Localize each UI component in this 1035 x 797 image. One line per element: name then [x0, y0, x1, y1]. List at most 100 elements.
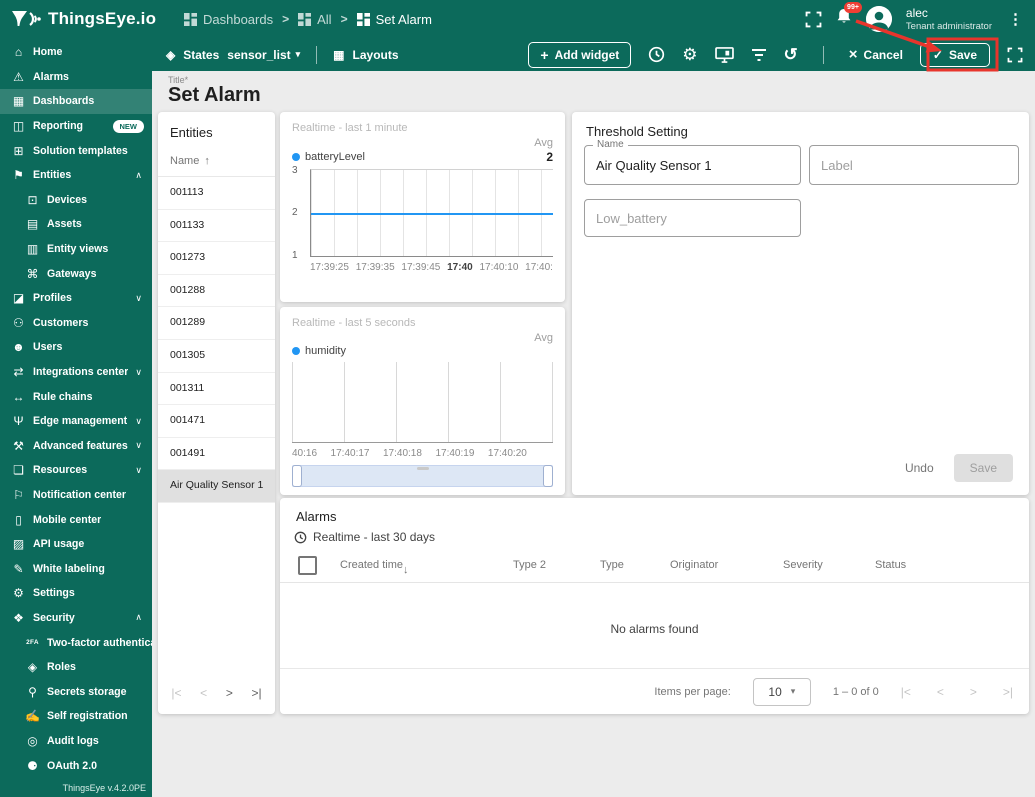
slider-left-handle[interactable]: [292, 465, 302, 488]
kebab-menu-icon[interactable]: ⋮: [1006, 10, 1025, 28]
sidebar-item-devices[interactable]: ⊡ Devices: [0, 188, 152, 213]
layouts-button[interactable]: Layouts: [353, 48, 399, 62]
cancel-button[interactable]: × Cancel: [849, 46, 903, 63]
breadcrumb-all[interactable]: All: [298, 12, 332, 27]
fullscreen-icon[interactable]: [805, 11, 822, 28]
name-input[interactable]: [585, 146, 800, 184]
entity-row[interactable]: 001133: [158, 210, 275, 243]
sidebar-item-oauth[interactable]: ⚈ OAuth 2.0: [0, 753, 152, 778]
entity-row[interactable]: 001289: [158, 307, 275, 340]
entity-row[interactable]: Air Quality Sensor 1: [158, 470, 275, 503]
entity-row[interactable]: 001311: [158, 373, 275, 406]
entities-name-column-header[interactable]: Name ↑: [158, 144, 275, 177]
column-header-originator[interactable]: Originator: [670, 559, 718, 571]
battery-level-chart-widget[interactable]: Realtime - last 1 minute Avg batteryLeve…: [280, 112, 565, 302]
entity-row[interactable]: 001273: [158, 242, 275, 275]
fullscreen-icon[interactable]: [1007, 47, 1023, 63]
sidebar-item-entities[interactable]: ⚑ Entities ∧: [0, 163, 152, 188]
column-header-created-time[interactable]: Created time ↓: [340, 559, 408, 576]
thingseye-logo[interactable]: ThingsEye.io: [0, 7, 168, 31]
entity-row[interactable]: 001113: [158, 177, 275, 210]
chevron-down-icon: ▾: [295, 49, 301, 59]
entity-row[interactable]: 001471: [158, 405, 275, 438]
sidebar-item-users[interactable]: ☻ Users: [0, 335, 152, 360]
y-tick-label: 3: [292, 165, 298, 176]
timewindow-clock-icon[interactable]: [648, 46, 665, 63]
entities-next-page-icon[interactable]: >: [226, 686, 233, 700]
alarm-key-field: [584, 199, 801, 237]
entity-row[interactable]: 001491: [158, 438, 275, 471]
alarm-key-input[interactable]: [585, 200, 800, 236]
table-divider: [280, 582, 1029, 583]
dashboard-icon: [356, 12, 370, 26]
sidebar-item-api-usage[interactable]: ▨ API usage: [0, 532, 152, 557]
edge-management-icon: Ψ: [13, 414, 24, 429]
states-icon: ◈: [166, 47, 176, 62]
sidebar-item-white-labeling[interactable]: ✎ White labeling: [0, 556, 152, 581]
undo-button[interactable]: Undo: [905, 461, 934, 475]
sidebar-item-notification-center[interactable]: ⚐ Notification center: [0, 483, 152, 508]
slider-right-handle[interactable]: [543, 465, 553, 488]
entity-aliases-icon[interactable]: [714, 46, 734, 63]
chart1-legend-batteryLevel[interactable]: batteryLevel: [292, 151, 365, 163]
save-button[interactable]: ✓ Save: [919, 42, 990, 67]
avatar[interactable]: [865, 6, 892, 32]
select-all-checkbox[interactable]: [298, 556, 317, 575]
sidebar-item-advanced-features[interactable]: ⚒ Advanced features ∨: [0, 434, 152, 459]
threshold-save-button[interactable]: Save: [953, 454, 1013, 482]
filter-icon[interactable]: [751, 48, 767, 62]
sidebar-item-entity-views[interactable]: ▥ Entity views: [0, 237, 152, 262]
sidebar-item-home[interactable]: ⌂ Home: [0, 40, 152, 65]
sidebar-item-audit-logs[interactable]: ◎ Audit logs: [0, 729, 152, 754]
notifications-button[interactable]: 99+: [836, 2, 862, 30]
entity-row[interactable]: 001288: [158, 275, 275, 308]
sidebar-item-reporting[interactable]: ◫ Reporting NEW: [0, 114, 152, 139]
devices-icon: ⊡: [27, 192, 38, 207]
humidity-chart-widget[interactable]: Realtime - last 5 seconds Avg humidity 4…: [280, 307, 565, 495]
chevron-down-icon: ∨: [135, 415, 142, 426]
two-factor-authentication-icon: 2FA: [26, 639, 39, 647]
sidebar-item-profiles[interactable]: ◪ Profiles ∨: [0, 286, 152, 311]
sidebar-item-roles[interactable]: ◈ Roles: [0, 655, 152, 680]
version-history-icon[interactable]: ↺: [784, 46, 798, 63]
sidebar-item-customers[interactable]: ⚇ Customers: [0, 311, 152, 336]
label-input[interactable]: [810, 146, 1018, 184]
sidebar-item-settings[interactable]: ⚙ Settings: [0, 581, 152, 606]
sidebar-item-edge-management[interactable]: Ψ Edge management ∨: [0, 409, 152, 434]
add-widget-button[interactable]: + Add widget: [528, 41, 632, 68]
chevron-down-icon: ▾: [790, 686, 796, 696]
column-header-status[interactable]: Status: [875, 559, 906, 571]
column-header-severity[interactable]: Severity: [783, 559, 823, 571]
chart2-legend-humidity[interactable]: humidity: [292, 345, 346, 357]
column-header-type[interactable]: Type: [600, 559, 624, 571]
column-header-type-2[interactable]: Type 2: [513, 559, 546, 571]
entities-last-page-icon[interactable]: >|: [252, 686, 262, 700]
sidebar-item-rule-chains[interactable]: ↔ Rule chains: [0, 384, 152, 409]
sidebar-item-label: Integrations center: [33, 366, 129, 379]
entities-pagination: |< < > >|: [158, 672, 275, 714]
sidebar-item-solution-templates[interactable]: ⊞ Solution templates: [0, 138, 152, 163]
alarms-widget-title: Alarms: [296, 509, 337, 524]
settings-gear-icon[interactable]: ⚙: [682, 46, 697, 63]
sidebar-item-alarms[interactable]: ⚠ Alarms: [0, 65, 152, 90]
sidebar-item-two-factor-authentication[interactable]: 2FA Two-factor authenticati...: [0, 630, 152, 655]
sidebar-item-self-registration[interactable]: ✍ Self registration: [0, 704, 152, 729]
api-usage-icon: ▨: [12, 537, 25, 552]
sidebar-item-integrations-center[interactable]: ⇄ Integrations center ∨: [0, 360, 152, 385]
alarms-icon: ⚠: [13, 69, 24, 84]
alarms-next-page-icon: >: [969, 684, 977, 699]
sidebar-item-secrets-storage[interactable]: ⚲ Secrets storage: [0, 679, 152, 704]
sidebar-item-assets[interactable]: ▤ Assets: [0, 212, 152, 237]
states-select[interactable]: sensor_list ▾: [227, 48, 300, 62]
time-range-slider[interactable]: [292, 465, 553, 488]
sidebar-item-dashboards[interactable]: ▦ Dashboards: [0, 89, 152, 114]
sidebar-item-gateways[interactable]: ⌘ Gateways: [0, 261, 152, 286]
entity-row[interactable]: 001305: [158, 340, 275, 373]
alarms-timewindow-button[interactable]: Realtime - last 30 days: [294, 530, 435, 544]
sidebar-item-security[interactable]: ❖ Security ∧: [0, 606, 152, 631]
sidebar-item-mobile-center[interactable]: ▯ Mobile center: [0, 507, 152, 532]
breadcrumb-dashboards[interactable]: Dashboards: [184, 12, 273, 27]
page-range-text: 1 – 0 of 0: [832, 685, 879, 698]
sidebar-item-resources[interactable]: ❏ Resources ∨: [0, 458, 152, 483]
page-size-select[interactable]: 10 ▾: [752, 677, 811, 706]
